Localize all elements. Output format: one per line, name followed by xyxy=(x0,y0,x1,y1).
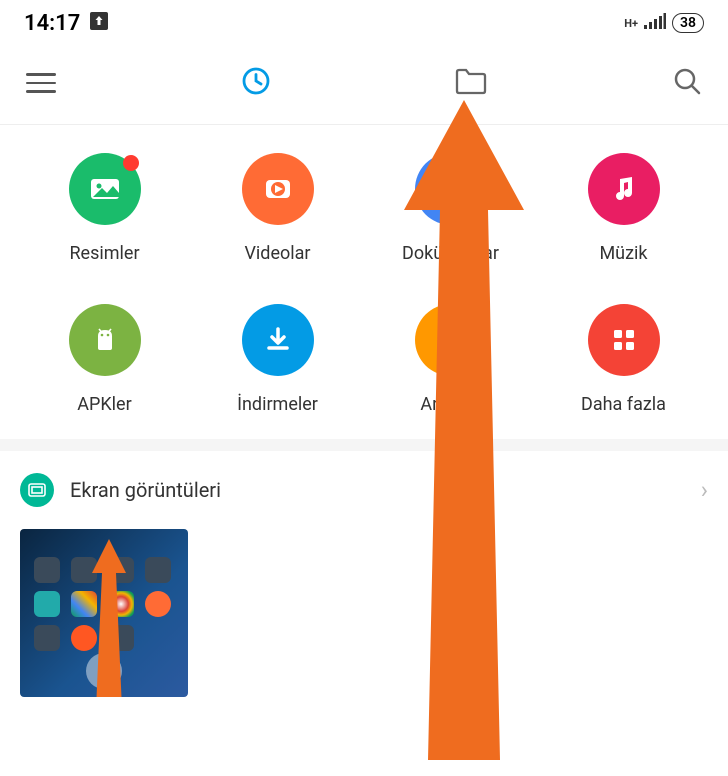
category-item[interactable]: Videolar xyxy=(191,153,364,264)
network-hplus-icon: H+ xyxy=(624,18,638,29)
category-item[interactable]: İndirmeler xyxy=(191,304,364,415)
categories-grid: Resimler Videolar Dokümanlar Müzik APKler İnd… xyxy=(0,125,728,439)
section-title: Ekran görüntüleri xyxy=(70,478,685,502)
top-nav xyxy=(0,46,728,125)
doc-icon xyxy=(415,153,487,225)
category-item[interactable]: Müzik xyxy=(537,153,710,264)
chevron-right-icon: › xyxy=(701,476,708,504)
download-icon xyxy=(242,304,314,376)
category-label: Dokümanlar xyxy=(402,243,499,264)
notification-badge xyxy=(123,155,139,171)
svg-text:ZIP: ZIP xyxy=(442,333,459,346)
screenshots-icon xyxy=(20,473,54,507)
category-label: İndirmeler xyxy=(237,394,318,415)
signal-icon xyxy=(644,13,666,33)
category-item[interactable]: Dokümanlar xyxy=(364,153,537,264)
category-item[interactable]: Daha fazla xyxy=(537,304,710,415)
divider xyxy=(0,439,728,451)
menu-button[interactable] xyxy=(26,73,56,93)
zip-icon: ZIP xyxy=(415,304,487,376)
category-label: Müzik xyxy=(599,243,647,264)
screenshot-thumbnail[interactable] xyxy=(20,529,188,697)
thumbnails-row xyxy=(0,529,728,697)
video-icon xyxy=(242,153,314,225)
apk-icon xyxy=(69,304,141,376)
category-label: APKler xyxy=(77,394,131,415)
category-item[interactable]: ZIP Arşivler xyxy=(364,304,537,415)
status-time: 14:17 xyxy=(24,11,80,36)
category-label: Arşivler xyxy=(420,394,480,415)
image-icon xyxy=(69,153,141,225)
status-bar: 14:17 H+ 38 xyxy=(0,0,728,46)
category-label: Resimler xyxy=(69,243,139,264)
music-icon xyxy=(588,153,660,225)
upload-icon xyxy=(90,12,108,34)
category-item[interactable]: Resimler xyxy=(18,153,191,264)
screenshots-section-header[interactable]: Ekran görüntüleri › xyxy=(0,451,728,529)
category-label: Daha fazla xyxy=(581,394,666,415)
battery-indicator: 38 xyxy=(672,13,704,33)
category-label: Videolar xyxy=(244,243,310,264)
home-indicator-icon xyxy=(86,653,122,689)
recent-tab[interactable] xyxy=(241,66,271,100)
search-button[interactable] xyxy=(672,66,702,100)
folder-tab[interactable] xyxy=(455,67,487,99)
category-item[interactable]: APKler xyxy=(18,304,191,415)
more-icon xyxy=(588,304,660,376)
